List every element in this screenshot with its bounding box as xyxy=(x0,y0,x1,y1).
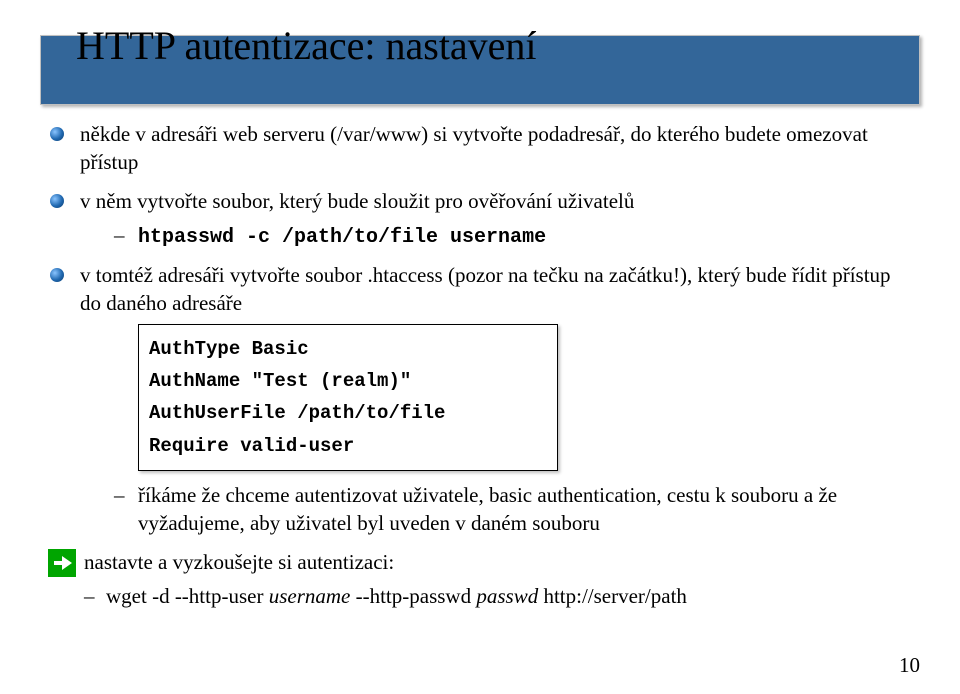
htaccess-code-box: AuthType Basic AuthName "Test (realm)" A… xyxy=(138,324,558,471)
slide-content: někde v adresáři web serveru (/var/www) … xyxy=(48,120,912,618)
bullet-2-text: v něm vytvořte soubor, který bude slouži… xyxy=(80,189,634,213)
bullet-1: někde v adresáři web serveru (/var/www) … xyxy=(48,120,912,177)
htpasswd-command: htpasswd -c /path/to/file username xyxy=(138,226,546,249)
bullet-3-dash-list: říkáme že chceme autentizovat uživatele,… xyxy=(80,481,912,538)
code-line-2: AuthName "Test (realm)" xyxy=(149,365,547,397)
wget-mid: --http-passwd xyxy=(350,584,476,608)
slide-title: HTTP autentizace: nastavení xyxy=(76,22,537,69)
wget-username: username xyxy=(269,584,351,608)
bullet-1-text: někde v adresáři web serveru (/var/www) … xyxy=(80,122,868,174)
wget-prefix: wget -d --http-user xyxy=(106,584,269,608)
arrow-text: nastavte a vyzkoušejte si autentizaci: xyxy=(84,550,394,574)
arrow-row: nastavte a vyzkoušejte si autentizaci: w… xyxy=(48,548,912,611)
bullet-3-dash: říkáme že chceme autentizovat uživatele,… xyxy=(80,481,912,538)
bullet-2: v něm vytvořte soubor, který bude slouži… xyxy=(48,187,912,251)
bullet-2-dash: htpasswd -c /path/to/file username xyxy=(80,221,912,251)
page-number: 10 xyxy=(899,653,920,678)
bullet-3-text: v tomtéž adresáři vytvořte soubor .htacc… xyxy=(80,263,891,315)
bullet-3: v tomtéž adresáři vytvořte soubor .htacc… xyxy=(48,261,912,538)
final-dash: wget -d --http-user username --http-pass… xyxy=(84,582,912,610)
bullet-2-dash-list: htpasswd -c /path/to/file username xyxy=(80,221,912,251)
bullet-3-dash-text: říkáme že chceme autentizovat uživatele,… xyxy=(138,483,837,535)
arrow-icon xyxy=(48,549,76,577)
code-line-1: AuthType Basic xyxy=(149,333,547,365)
wget-passwd: passwd xyxy=(476,584,538,608)
wget-url: http://server/path xyxy=(538,584,687,608)
code-line-3: AuthUserFile /path/to/file xyxy=(149,397,547,429)
bullet-list: někde v adresáři web serveru (/var/www) … xyxy=(48,120,912,538)
code-line-4: Require valid-user xyxy=(149,430,547,462)
final-dash-list: wget -d --http-user username --http-pass… xyxy=(84,582,912,610)
